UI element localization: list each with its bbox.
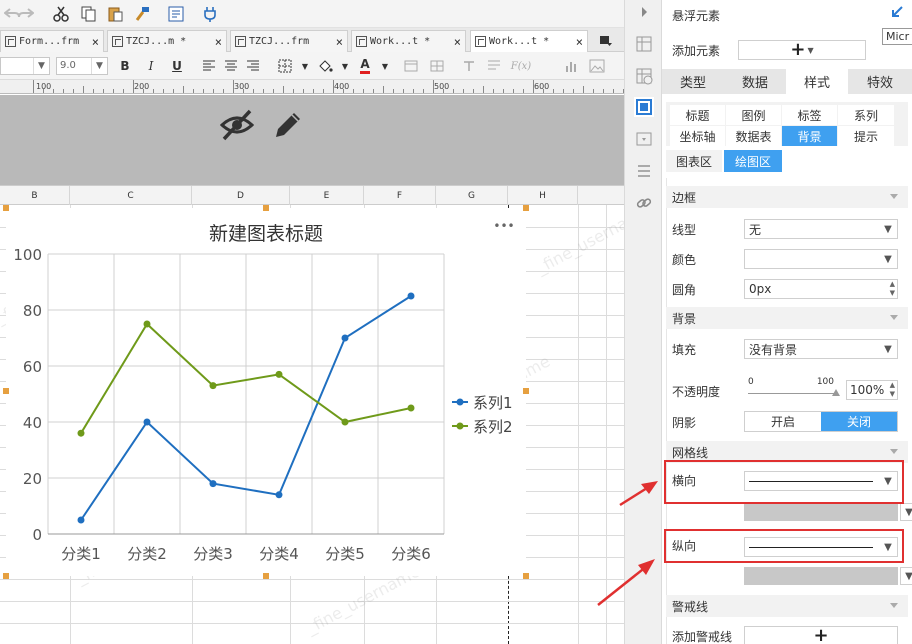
designer-window: Form...frm × TZCJ...m * × TZCJ...frm × Work…: [0, 0, 912, 644]
annotation-arrows: [597, 481, 658, 606]
